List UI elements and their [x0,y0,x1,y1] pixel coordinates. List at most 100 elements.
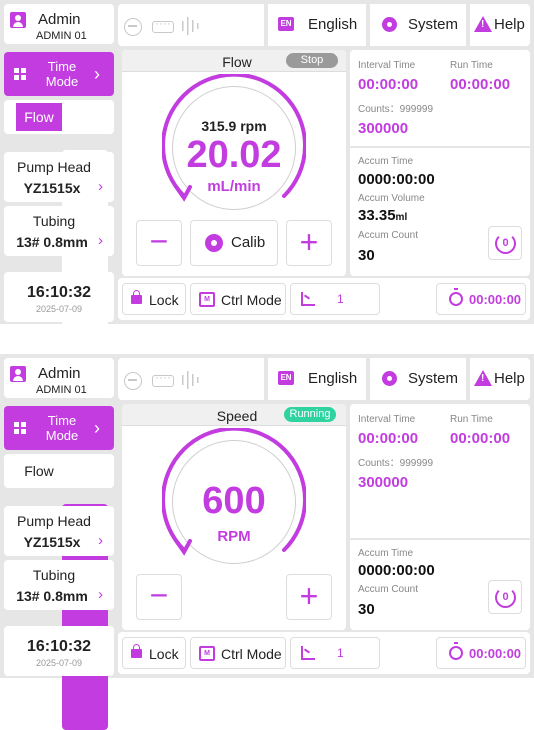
language-icon: EN [278,17,294,31]
tubing-card[interactable]: Tubing 13# 0.8mm › [4,560,114,610]
user-id: ADMIN 01 [36,30,87,42]
pump-head-value: YZ1515x [23,534,81,550]
clock-time: 16:10:32 [26,638,92,655]
ctrl-mode-button[interactable]: M Ctrl Mode [190,283,286,315]
decrease-button[interactable]: − [136,220,182,266]
help-button[interactable]: Help [470,358,530,400]
grid-icon [14,68,26,80]
clock-time: 16:10:32 [26,284,92,301]
timer-value: 00:00:00 [469,292,522,307]
channel-button[interactable]: 1 [290,283,380,315]
tubing-card[interactable]: Tubing 13# 0.8mm › [4,206,114,256]
user-card[interactable]: Admin ADMIN 01 [4,4,114,44]
chevron-right-icon: › [98,586,103,603]
counts-label: Counts：999999 [358,104,434,115]
lock-icon [131,290,142,304]
chart-icon [301,292,315,306]
ctrl-mode-label: Ctrl Mode [221,646,282,662]
ctrl-mode-button[interactable]: M Ctrl Mode [190,637,286,669]
gauge-icon [124,18,142,36]
accum-volume-value: 33.35 [358,207,396,224]
flow-value: 20.02 [186,134,282,176]
user-card[interactable]: Admin ADMIN 01 [4,358,114,398]
pump-head-card[interactable]: Pump Head YZ1515x › [4,152,114,202]
tubing-label: Tubing [32,567,76,583]
timer-value: 00:00:00 [469,646,522,661]
increase-button[interactable]: + [286,220,332,266]
battery-icon [152,16,174,33]
gear-icon [382,17,397,32]
user-id: ADMIN 01 [36,384,87,396]
user-name: Admin [38,365,81,382]
ctrl-mode-icon: M [199,292,215,307]
lock-button[interactable]: Lock [122,637,186,669]
counts-value: 300000 [358,474,409,491]
flow-toggle[interactable]: Flow [16,103,62,131]
main-panel: Speed Running 600 RPM − + [122,404,346,630]
ctrl-mode-label: Ctrl Mode [221,292,282,308]
user-icon [10,366,26,382]
pump-head-label: Pump Head [17,159,91,175]
battery-icon [152,370,174,387]
language-button[interactable]: EN English [268,358,366,400]
gauge-icon [124,372,142,390]
accum-volume: 33.35ml [358,207,407,224]
system-button[interactable]: System [370,4,466,46]
clock-card: 16:10:32 2025-07-09 [4,272,114,322]
language-label: English [308,370,358,387]
reset-icon: 0 [495,233,516,254]
reset-icon: 0 [495,587,516,608]
chevron-right-icon: › [98,232,103,249]
main-header: Speed Running [122,404,346,426]
main-header: Flow Stop [122,50,346,72]
timer-icon [449,288,463,306]
clock-date: 2025-07-09 [35,304,83,314]
lock-label: Lock [149,646,179,662]
warning-icon [474,370,492,386]
language-label: English [308,16,358,33]
help-button[interactable]: Help [470,4,530,46]
interval-time-value: 00:00:00 [358,430,419,447]
status-badge: Running [284,407,336,422]
pump-head-card[interactable]: Pump Head YZ1515x › [4,506,114,556]
bottom-bar: Lock M Ctrl Mode 1 00:00:00 [118,278,530,320]
flow-toggle[interactable]: Flow [16,457,62,485]
language-icon: EN [278,371,294,385]
pump-screen-speed: Admin ADMIN 01 Time Mode › Flow Speed Pu… [0,354,534,730]
ctrl-mode-icon: M [199,646,215,661]
accum-count-label: Accum Count [358,584,419,595]
interval-time-label: Interval Time [358,60,416,71]
timer-button[interactable]: 00:00:00 [436,637,526,669]
reset-count-button[interactable]: 0 [488,226,522,260]
lock-label: Lock [149,292,179,308]
lock-icon [131,644,142,658]
chevron-right-icon: › [98,178,103,195]
system-button[interactable]: System [370,358,466,400]
flow-speed-toggle: Flow Speed [4,100,114,376]
interval-time-label: Interval Time [358,414,416,425]
tubing-value: 13# 0.8mm [16,234,88,250]
lock-button[interactable]: Lock [122,283,186,315]
channel-button[interactable]: 1 [290,637,380,669]
help-label: Help [494,370,525,387]
time-mode-button[interactable]: Time Mode › [4,406,114,450]
speed-unit: RPM [217,528,251,545]
accum-volume-label: Accum Volume [358,193,425,204]
calib-button[interactable]: Calib [190,220,278,266]
decrease-button[interactable]: − [136,574,182,620]
time-mode-button[interactable]: Time Mode › [4,52,114,96]
system-label: System [408,370,459,387]
reset-count-button[interactable]: 0 [488,580,522,614]
language-button[interactable]: EN English [268,4,366,46]
signal-icon [180,17,200,35]
stats-panel: Interval Time 00:00:00 Run Time 00:00:00… [350,404,530,630]
grid-icon [14,422,26,434]
pump-head-value: YZ1515x [23,180,81,196]
flow-speed-toggle: Flow Speed [4,454,114,730]
accum-count-label: Accum Count [358,230,419,241]
accum-volume-unit: ml [395,212,408,223]
stats-panel: Interval Time 00:00:00 Run Time 00:00:00… [350,50,530,276]
timer-button[interactable]: 00:00:00 [436,283,526,315]
increase-button[interactable]: + [286,574,332,620]
accum-count-value: 30 [358,601,375,618]
